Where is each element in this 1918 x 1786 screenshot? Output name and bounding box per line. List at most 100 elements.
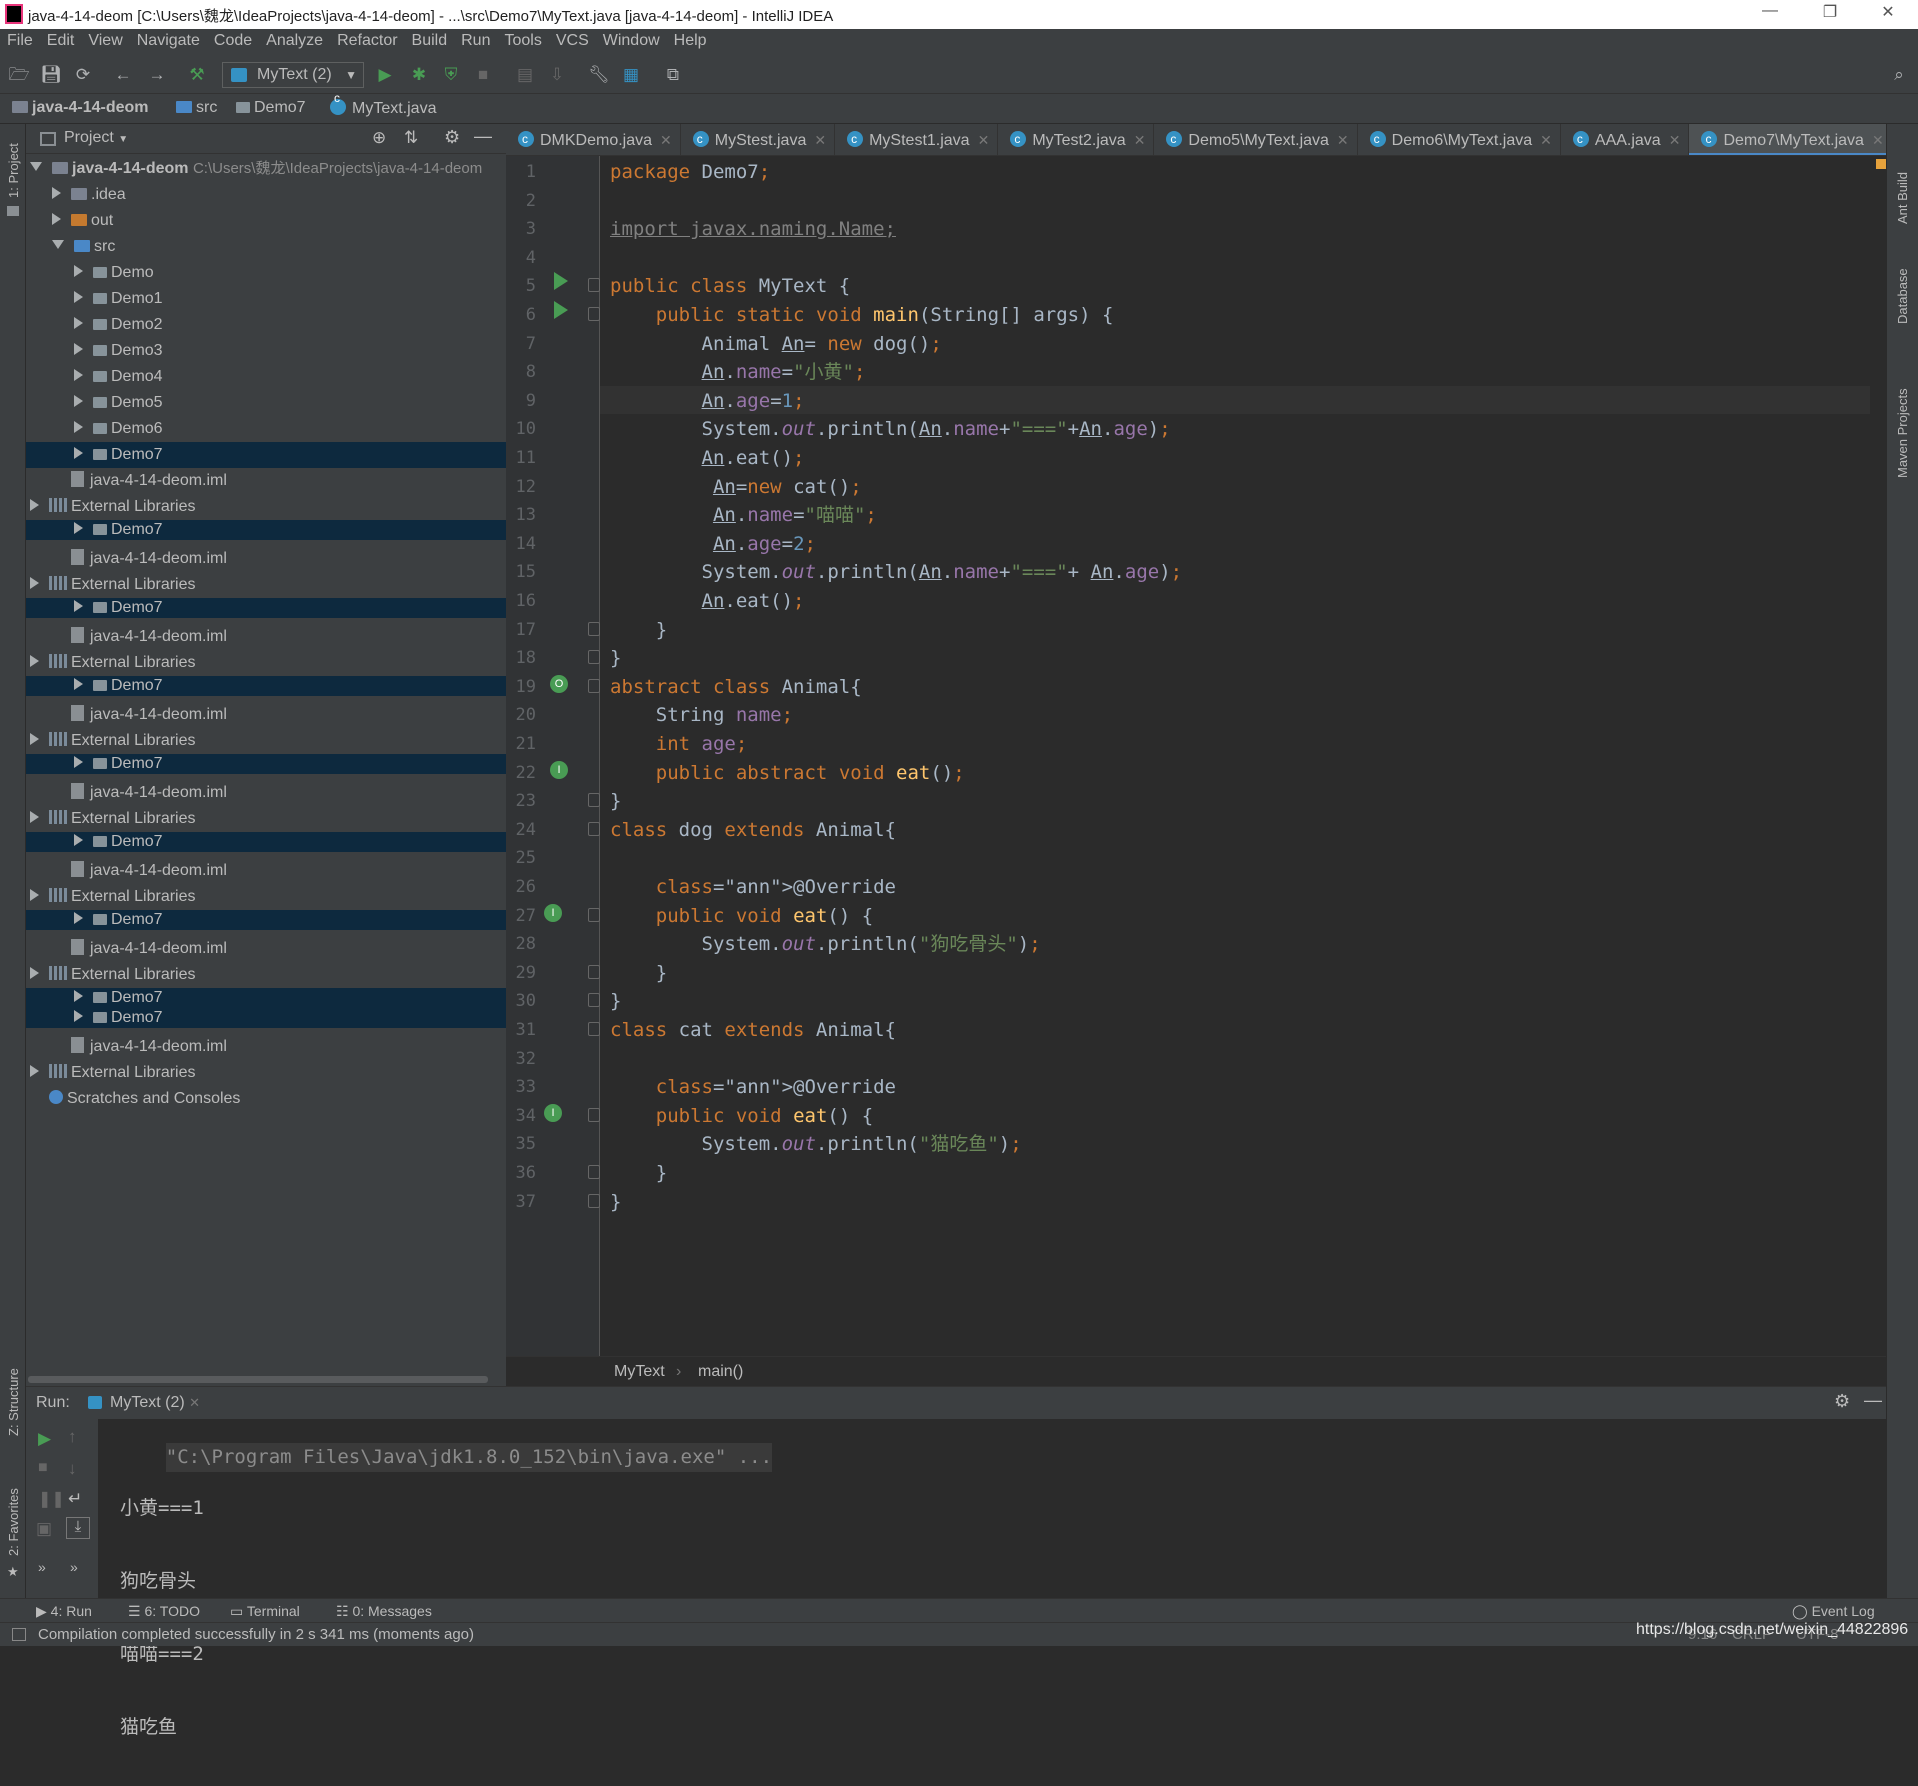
hide-panel-icon[interactable]: — [474,126,492,147]
search-icon[interactable]: ⌕ [1888,64,1910,86]
expand-arrow-icon[interactable] [74,447,83,459]
tree-item[interactable]: Demo5 [26,390,506,416]
tree-item[interactable]: Demo1 [26,286,506,312]
tree-item[interactable]: Demo6 [26,416,506,442]
menu-view[interactable]: View [81,29,129,50]
expand-arrow-icon[interactable] [30,811,39,823]
editor-tab[interactable]: MyTest2.java ✕ [998,124,1155,155]
forward-icon[interactable]: → [146,64,168,86]
stop-icon[interactable]: ■ [38,1459,48,1477]
event-log-button[interactable]: ◯ Event Log [1792,1603,1875,1620]
tree-item[interactable]: java-4-14-deom.iml [26,624,506,650]
expand-arrow-icon[interactable] [74,1010,83,1022]
tree-item[interactable]: Demo7 [26,520,506,540]
close-tab-icon[interactable]: ✕ [1134,132,1146,148]
gear-icon[interactable]: ⚙ [1834,1391,1850,1412]
collapse-all-icon[interactable]: ⇅ [404,128,418,148]
expand-arrow-icon[interactable] [74,834,83,846]
tree-item[interactable]: java-4-14-deom.iml [26,468,506,494]
open-folder-icon[interactable]: 🗁 [8,64,30,86]
restore-button[interactable]: ❐ [1808,2,1852,27]
tree-item[interactable]: out [26,208,506,234]
tree-item[interactable]: java-4-14-deom.iml [26,780,506,806]
editor-tab[interactable]: MyStest1.java ✕ [835,124,999,155]
expand-arrow-icon[interactable] [74,912,83,924]
editor-tab[interactable]: Demo6\MyText.java ✕ [1358,124,1561,155]
horizontal-scrollbar[interactable] [28,1376,488,1383]
menu-window[interactable]: Window [596,29,667,50]
tree-item[interactable]: Demo7 [26,910,506,930]
fold-marker-icon[interactable] [588,793,600,808]
menu-analyze[interactable]: Analyze [259,29,330,50]
tree-item[interactable]: External Libraries [26,572,506,598]
crumb-method[interactable]: main() [698,1363,743,1381]
editor-tab[interactable]: Demo7\MyText.java ✕ [1689,124,1886,155]
close-tab-icon[interactable]: ✕ [978,132,990,148]
fold-marker-icon[interactable] [588,993,600,1008]
expand-arrow-icon[interactable] [74,265,83,277]
tree-item[interactable]: .idea [26,182,506,208]
expand-arrow-icon[interactable] [74,990,83,1002]
project-view-select[interactable]: Project ▼ [64,129,128,147]
tree-item[interactable]: Demo [26,260,506,286]
menu-file[interactable]: File [0,29,40,50]
expand-arrow-icon[interactable] [30,655,39,667]
fold-marker-icon[interactable] [588,964,600,979]
stop-icon[interactable]: ■ [472,64,494,86]
pause-icon[interactable]: ❚❚ [38,1489,65,1509]
expand-arrow-icon[interactable] [30,733,39,745]
menu-code[interactable]: Code [207,29,259,50]
tree-item[interactable]: External Libraries [26,962,506,988]
implemented-icon[interactable]: I [550,760,568,779]
camera-dump-icon[interactable]: ▣ [36,1519,52,1539]
close-tab-icon[interactable]: ✕ [660,132,672,148]
messages-tool-button[interactable]: ☷ 0: Messages [336,1603,432,1620]
run-tab-mytext[interactable]: MyText (2) ✕ [88,1394,200,1412]
rerun-icon[interactable]: ▶ [38,1429,51,1449]
hide-panel-icon[interactable]: — [1864,1390,1882,1411]
sdk-manager-icon[interactable]: ⧉ [662,64,684,86]
terminal-tool-button[interactable]: ▭ Terminal [230,1603,300,1620]
expand-arrow-icon[interactable] [52,240,64,249]
tree-item[interactable]: Scratches and Consoles [26,1086,506,1112]
expand-arrow-icon[interactable] [30,1065,39,1077]
expand-arrow-icon[interactable] [74,522,83,534]
close-tab-icon[interactable]: ✕ [814,132,826,148]
close-tab-icon[interactable]: ✕ [1540,132,1552,148]
tree-item[interactable]: java-4-14-deom.iml [26,702,506,728]
tree-item[interactable]: java-4-14-deom.iml [26,1034,506,1060]
tree-item[interactable]: java-4-14-deom.iml [26,936,506,962]
vcs-commit-icon[interactable]: ⇩ [546,64,568,86]
status-toggle-icon[interactable] [12,1628,26,1641]
run-icon[interactable]: ▶ [374,64,396,86]
gear-icon[interactable]: ⚙ [444,127,460,148]
back-icon[interactable]: ← [112,64,134,86]
sync-icon[interactable]: ⟳ [72,64,94,86]
fold-marker-icon[interactable] [588,278,600,293]
close-tab-icon[interactable]: ✕ [1337,132,1349,148]
tree-item[interactable]: java-4-14-deom.iml [26,546,506,572]
tree-item[interactable]: External Libraries [26,884,506,910]
project-structure-icon[interactable]: ▦ [620,64,642,86]
build-hammer-icon[interactable]: ⚒ [186,64,208,86]
expand-arrow-icon[interactable] [74,343,83,355]
fold-marker-icon[interactable] [588,1022,600,1036]
structure-tool-tab[interactable]: Z: Structure [6,1368,21,1436]
tree-root[interactable]: java-4-14-deom C:\Users\魏龙\IdeaProjects\… [26,156,506,182]
tree-item[interactable]: Demo7 [26,754,506,774]
menu-build[interactable]: Build [405,29,455,50]
run-main-icon[interactable] [554,301,568,319]
tree-item[interactable]: src [26,234,506,260]
editor-tab[interactable]: DMKDemo.java ✕ [506,124,681,155]
fold-marker-icon[interactable] [588,1107,600,1122]
fold-marker-icon[interactable] [588,678,600,693]
tree-item[interactable]: Demo3 [26,338,506,364]
fold-marker-icon[interactable] [588,621,600,636]
expand-arrow-icon[interactable] [30,499,39,511]
database-tool-tab[interactable]: Database [1895,268,1910,324]
expand-arrow-icon[interactable] [30,967,39,979]
scroll-to-end-icon[interactable]: ⤓ [66,1517,90,1539]
tree-item[interactable]: Demo7 [26,676,506,696]
save-icon[interactable]: 💾︎ [40,64,62,86]
nav-crumb-package[interactable]: Demo7 [236,99,306,117]
